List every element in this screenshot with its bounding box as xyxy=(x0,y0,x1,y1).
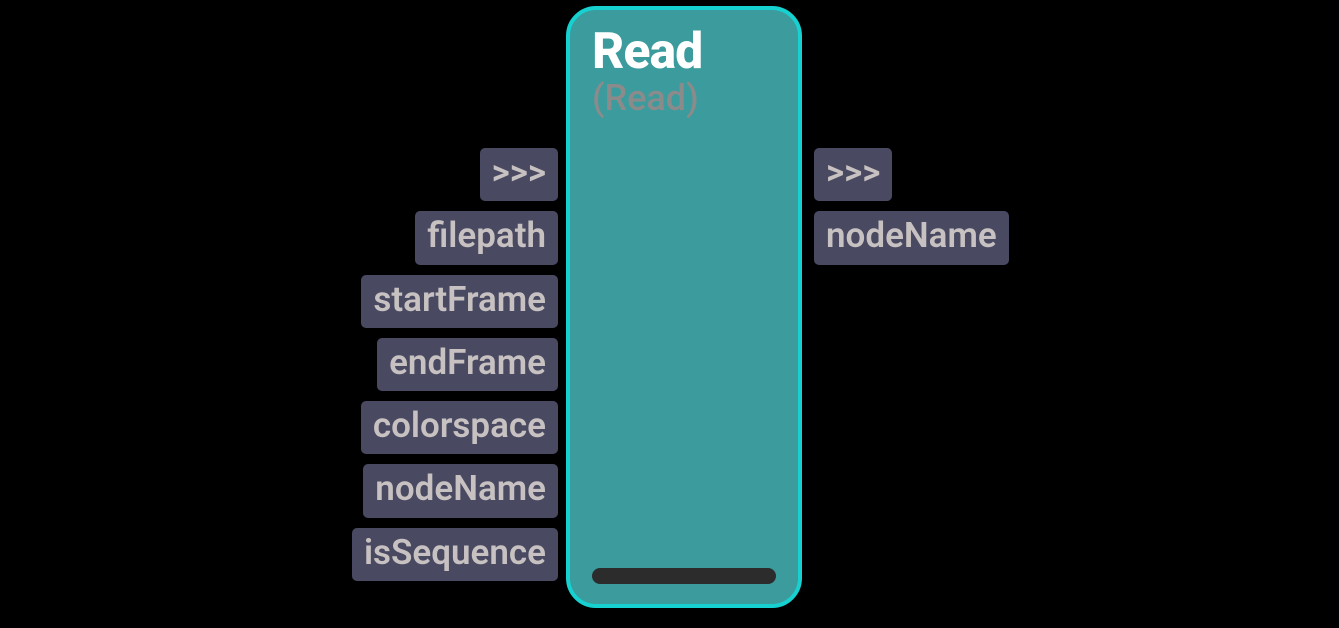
output-port-flow[interactable]: >>> xyxy=(814,148,892,201)
input-port-issequence[interactable]: isSequence xyxy=(352,528,558,581)
output-port-list: >>> nodeName xyxy=(814,148,1009,265)
input-port-startframe[interactable]: startFrame xyxy=(361,275,558,328)
input-port-flow[interactable]: >>> xyxy=(480,148,558,201)
input-port-endframe[interactable]: endFrame xyxy=(377,338,558,391)
input-port-colorspace[interactable]: colorspace xyxy=(361,401,558,454)
input-port-filepath[interactable]: filepath xyxy=(415,211,558,264)
node-title: Read xyxy=(592,26,776,79)
node-graph-canvas[interactable]: >>> filepath startFrame endFrame colorsp… xyxy=(0,0,1339,628)
node-footer-bar xyxy=(592,568,776,584)
output-port-nodename[interactable]: nodeName xyxy=(814,211,1009,264)
input-port-list: >>> filepath startFrame endFrame colorsp… xyxy=(352,148,558,581)
node-subtitle: (Read) xyxy=(592,77,776,119)
input-port-nodename[interactable]: nodeName xyxy=(363,464,558,517)
read-node[interactable]: Read (Read) xyxy=(566,6,802,608)
